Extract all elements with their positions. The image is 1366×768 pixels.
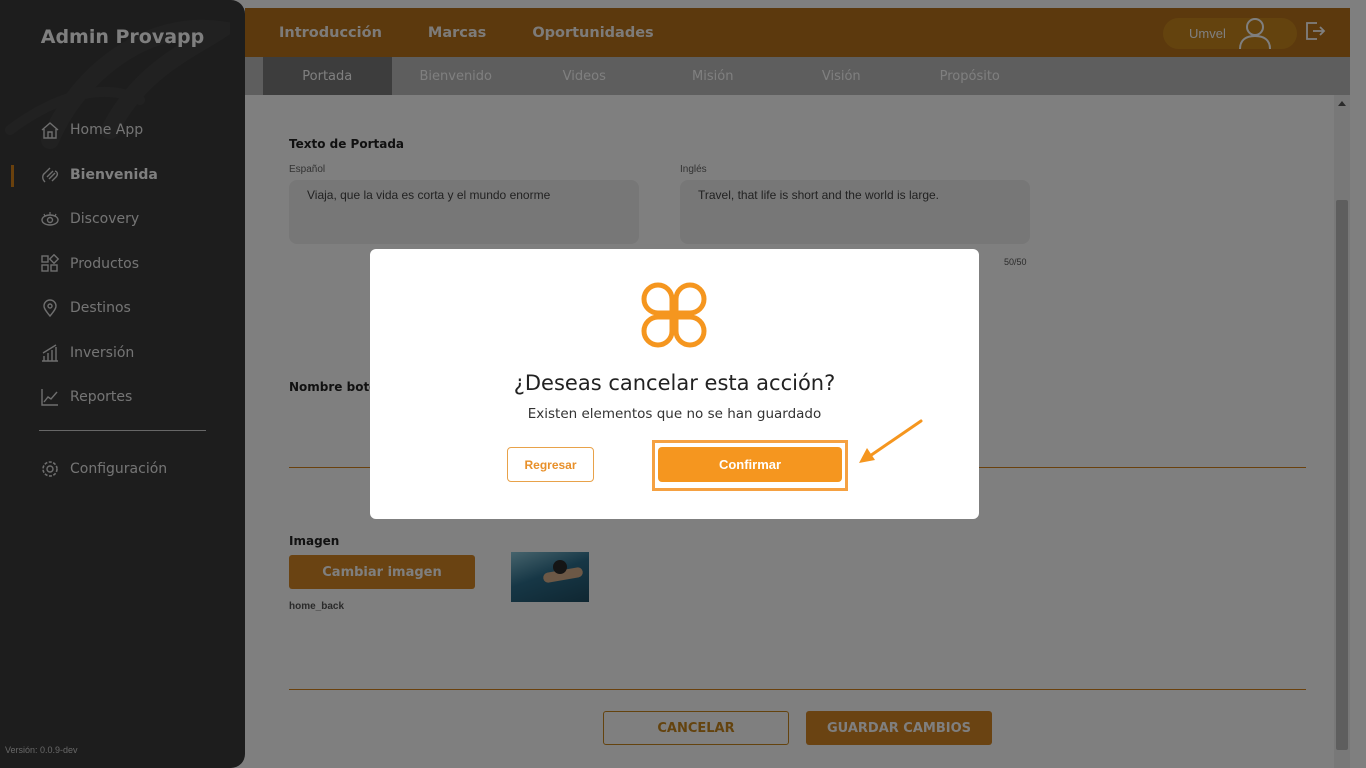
back-button[interactable]: Regresar: [507, 447, 594, 482]
dialog-title: ¿Deseas cancelar esta acción?: [513, 371, 836, 395]
clover-logo-icon: [641, 282, 707, 348]
confirm-cancel-dialog: ¿Deseas cancelar esta acción? Existen el…: [370, 249, 979, 519]
pointer-arrow-icon: [859, 419, 923, 463]
confirm-button[interactable]: Confirmar: [658, 447, 842, 482]
